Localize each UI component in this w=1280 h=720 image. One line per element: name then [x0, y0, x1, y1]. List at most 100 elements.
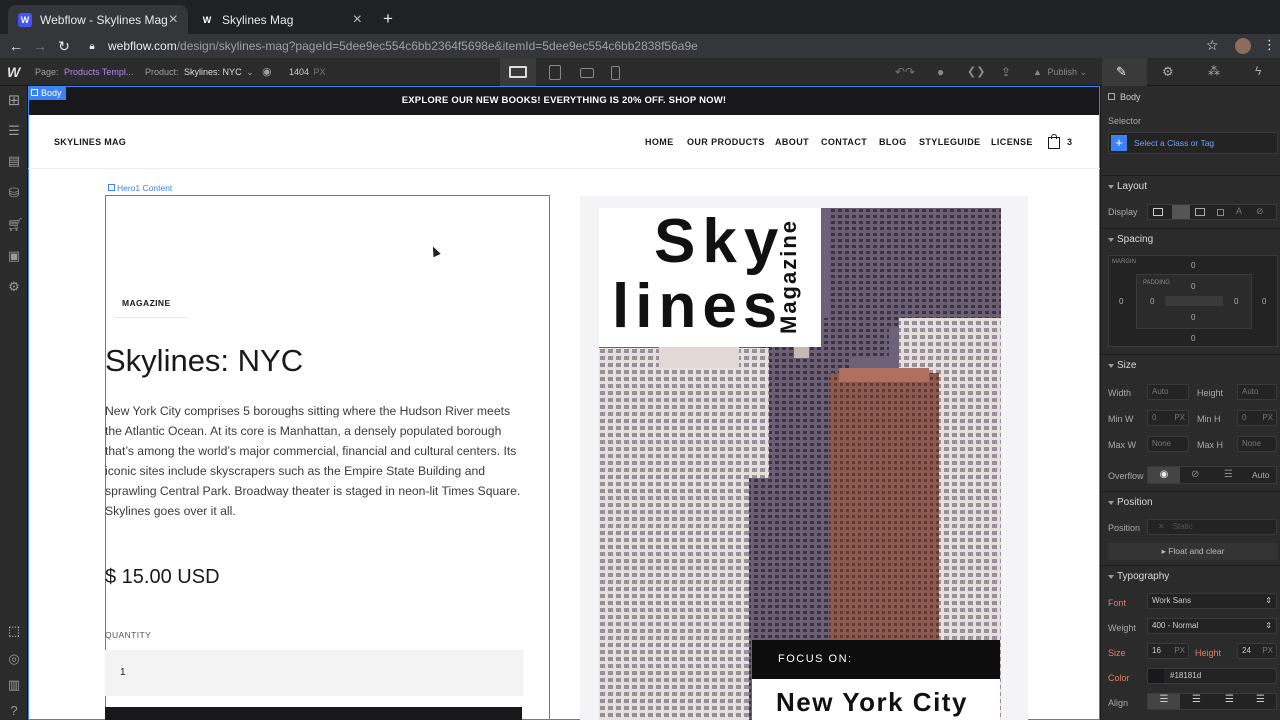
padding-bottom-value[interactable]: 0 — [1191, 313, 1195, 322]
overflow-hidden-icon[interactable]: ⊘ — [1191, 469, 1199, 480]
align-center-icon[interactable]: ☰ — [1192, 694, 1201, 705]
display-flex-icon[interactable] — [1172, 205, 1190, 219]
padding-right-value[interactable]: 0 — [1234, 297, 1238, 306]
product-selector[interactable]: Product: Skylines: NYC ⌄ — [145, 67, 254, 78]
nav-contact[interactable]: CONTACT — [821, 137, 867, 147]
tab-skylines[interactable]: W Skylines Mag × — [190, 5, 372, 34]
tab-webflow[interactable]: W Webflow - Skylines Mag × — [8, 5, 188, 34]
align-left-icon[interactable]: ☰ — [1148, 694, 1180, 709]
page-selector[interactable]: Page: Products Templ... — [35, 67, 133, 77]
padding-top-value[interactable]: 0 — [1191, 282, 1195, 291]
add-to-cart-button[interactable] — [105, 707, 522, 720]
overflow-auto-option[interactable]: Auto — [1252, 470, 1270, 480]
forward-icon[interactable]: → — [30, 38, 50, 54]
position-section-header[interactable]: Position — [1101, 491, 1280, 513]
ecommerce-cart-icon[interactable]: 🛒︎ — [7, 218, 24, 232]
undo-redo-icon[interactable]: ↶↷ — [895, 65, 915, 79]
typography-section-header[interactable]: Typography — [1101, 565, 1280, 587]
reload-icon[interactable]: ↻ — [54, 38, 74, 55]
preview-icon[interactable]: ◎ — [7, 652, 21, 666]
site-logo[interactable]: SKYLINES MAG — [54, 137, 126, 147]
product-title[interactable]: Skylines: NYC — [105, 343, 303, 379]
webflow-logo-icon[interactable]: W — [7, 64, 20, 80]
publish-button[interactable]: ▲ Publish ⌄ — [1033, 67, 1087, 78]
overflow-scroll-icon[interactable]: ☰ — [1224, 469, 1233, 480]
position-select[interactable]: ✕ Static — [1147, 519, 1277, 535]
nav-blog[interactable]: BLOG — [879, 137, 907, 147]
text-align-options[interactable]: ☰ ☰ ☰ ☰ — [1147, 693, 1277, 710]
width-input[interactable]: Auto — [1147, 384, 1189, 400]
assets-icon[interactable]: ▣ — [7, 249, 21, 263]
grid-icon[interactable]: ▥ — [7, 678, 21, 692]
overflow-options[interactable]: ◉ ⊘ ☰ Auto — [1147, 466, 1277, 484]
new-tab-icon[interactable]: + — [383, 9, 393, 29]
display-block-icon[interactable] — [1153, 208, 1163, 216]
style-tab[interactable]: ✎ — [1102, 58, 1147, 86]
overflow-visible-icon[interactable]: ◉ — [1148, 467, 1180, 483]
breakpoint-desktop[interactable] — [500, 58, 536, 86]
min-height-input[interactable]: 0 PX — [1237, 410, 1277, 426]
spacing-section-header[interactable]: Spacing — [1101, 228, 1280, 250]
color-input[interactable]: #18181d — [1147, 668, 1277, 684]
margin-right-value[interactable]: 0 — [1262, 297, 1266, 306]
close-tab-icon[interactable]: × — [353, 11, 362, 29]
display-grid-icon[interactable] — [1195, 208, 1205, 216]
cms-icon[interactable]: ⛁ — [7, 186, 21, 200]
settings-gear-icon[interactable]: ⚙ — [1162, 64, 1174, 80]
margin-left-value[interactable]: 0 — [1119, 297, 1123, 306]
display-inline-block-icon[interactable] — [1217, 209, 1224, 216]
display-inline-icon[interactable]: A — [1236, 206, 1242, 216]
nav-about[interactable]: ABOUT — [775, 137, 809, 147]
preview-eye-icon[interactable]: ◉ — [262, 65, 272, 78]
body-badge[interactable]: Body — [28, 87, 66, 100]
close-tab-icon[interactable]: × — [169, 11, 178, 29]
display-options[interactable]: A ⊘ — [1147, 204, 1277, 220]
weight-select[interactable]: 400 - Normal ⇕ — [1147, 618, 1277, 634]
interactions-icon[interactable]: ⁂ — [1208, 64, 1220, 78]
dots-icon[interactable]: ● — [937, 65, 944, 79]
padding-box[interactable]: PADDING 0 0 0 0 — [1136, 274, 1252, 329]
back-icon[interactable]: ← — [6, 38, 26, 54]
design-canvas[interactable]: EXPLORE OUR NEW BOOKS! EVERYTHING IS 20%… — [28, 86, 1100, 720]
settings-gear-icon[interactable]: ⚙ — [7, 280, 21, 294]
line-height-input[interactable]: 24 PX — [1237, 643, 1277, 659]
align-right-icon[interactable]: ☰ — [1225, 694, 1234, 705]
help-icon[interactable]: ? — [7, 704, 21, 718]
url-field[interactable]: webflow.com/design/skylines-mag?pageId=5… — [108, 39, 698, 53]
float-clear-toggle[interactable]: ▸ Float and clear — [1108, 543, 1278, 560]
profile-avatar[interactable] — [1235, 38, 1251, 54]
font-select[interactable]: Work Sans ⇕ — [1147, 593, 1277, 609]
margin-box[interactable]: MARGIN 0 0 0 0 PADDING 0 0 0 0 — [1108, 255, 1278, 347]
mobile-portrait-icon[interactable] — [611, 66, 620, 80]
lightning-icon[interactable]: ϟ — [1255, 64, 1261, 78]
category-tag[interactable]: MAGAZINE — [122, 298, 171, 308]
margin-bottom-value[interactable]: 0 — [1191, 334, 1195, 343]
select-tool-icon[interactable]: ⬚ — [7, 624, 21, 638]
selector-field[interactable]: + Select a Class or Tag — [1108, 132, 1278, 154]
max-width-input[interactable]: None — [1147, 436, 1189, 452]
margin-top-value[interactable]: 0 — [1191, 261, 1195, 270]
height-input[interactable]: Auto — [1237, 384, 1277, 400]
nav-home[interactable]: HOME — [645, 137, 674, 147]
nav-styleguide[interactable]: STYLEGUIDE — [919, 137, 981, 147]
nav-license[interactable]: LICENSE — [991, 137, 1033, 147]
quantity-input[interactable]: 1 — [105, 650, 523, 696]
layout-section-header[interactable]: Layout — [1101, 175, 1280, 197]
align-justify-icon[interactable]: ☰ — [1256, 694, 1265, 705]
bookmark-star-icon[interactable]: ☆ — [1206, 37, 1219, 54]
color-swatch[interactable] — [1148, 669, 1164, 683]
mobile-landscape-icon[interactable] — [580, 68, 594, 78]
browser-menu-icon[interactable]: ⋮ — [1263, 37, 1276, 53]
navigator-icon[interactable]: ☰ — [7, 124, 21, 138]
display-none-icon[interactable]: ⊘ — [1256, 206, 1264, 217]
pages-icon[interactable]: ▤ — [7, 154, 21, 168]
code-icon[interactable]: ❮❯ — [967, 65, 985, 78]
min-width-input[interactable]: 0 PX — [1147, 410, 1189, 426]
add-element-icon[interactable]: ⊞ — [7, 93, 21, 108]
font-size-input[interactable]: 16 PX — [1147, 643, 1189, 659]
export-icon[interactable]: ⇪ — [1001, 65, 1011, 79]
nav-our-products[interactable]: OUR PRODUCTS — [687, 137, 765, 147]
padding-left-value[interactable]: 0 — [1150, 297, 1154, 306]
tablet-icon[interactable] — [549, 65, 561, 80]
product-price[interactable]: $ 15.00 USD — [105, 566, 220, 589]
